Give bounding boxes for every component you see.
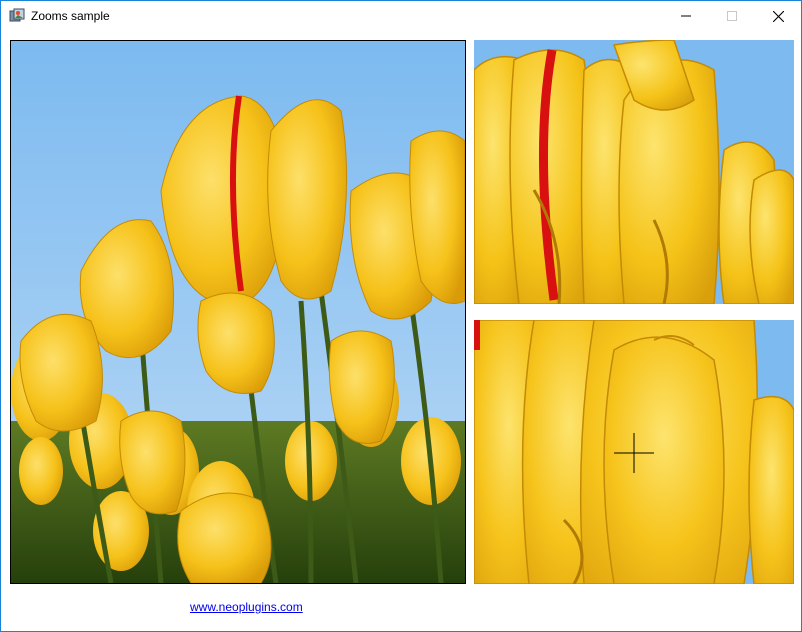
close-button[interactable] (755, 1, 801, 31)
main-image-view[interactable] (10, 40, 466, 584)
app-icon (9, 8, 25, 24)
title-bar[interactable]: Zooms sample (1, 1, 801, 31)
maximize-icon (727, 11, 737, 21)
zoomed-tulip-photo (474, 320, 794, 584)
zoomed-tulip-photo (474, 40, 794, 304)
zoom-view-bottom[interactable] (474, 320, 794, 584)
maximize-button[interactable] (709, 1, 755, 31)
website-link[interactable]: www.neoplugins.com (190, 600, 303, 614)
window-title: Zooms sample (31, 9, 110, 23)
tulip-photo (11, 41, 465, 583)
zoom-view-top[interactable] (474, 40, 794, 304)
minimize-icon (681, 15, 691, 17)
app-window: Zooms sample www.neoplugins.com (0, 0, 802, 632)
minimize-button[interactable] (663, 1, 709, 31)
close-icon (772, 10, 784, 22)
